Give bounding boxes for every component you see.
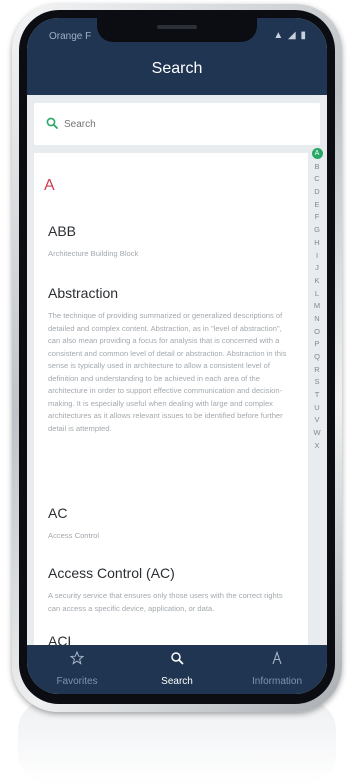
alphabet-letter-v[interactable]: V (310, 414, 324, 427)
alphabet-letter-l[interactable]: L (310, 288, 324, 301)
alphabet-letter-t[interactable]: T (310, 389, 324, 402)
search-bar[interactable] (34, 103, 320, 145)
entry-term: ACL (48, 633, 76, 645)
alphabet-letter-h[interactable]: H (310, 237, 324, 250)
alphabet-letter-w[interactable]: W (310, 427, 324, 440)
entry-term: Access Control (AC) (48, 565, 175, 581)
glossary-list[interactable]: A ABB Architecture Building Block Abstra… (34, 153, 308, 645)
camera-notch (97, 18, 257, 42)
entry-term: Abstraction (48, 285, 119, 301)
alphabet-letter-n[interactable]: N (310, 313, 324, 326)
alphabet-letter-a[interactable]: A (311, 148, 323, 159)
alphabet-letter-k[interactable]: K (310, 275, 324, 288)
alphabet-letter-e[interactable]: E (310, 199, 324, 212)
status-icons: ▲ ◢ ▮ (273, 30, 307, 41)
entry-definition: Architecture Building Block (48, 249, 139, 258)
section-letter-heading: A (44, 177, 55, 194)
tab-label: Search (161, 676, 193, 687)
entry-definition: A security service that ensures only tho… (48, 591, 283, 613)
glossary-entry-access-control[interactable]: Access Control (AC) A security service t… (48, 565, 296, 615)
entry-term: ABB (48, 223, 77, 239)
alphabet-letter-x[interactable]: X (310, 440, 324, 453)
tab-information[interactable]: Information (227, 645, 327, 694)
search-icon (46, 116, 58, 134)
tab-search[interactable]: Search (127, 645, 227, 694)
alphabet-letter-d[interactable]: D (310, 186, 324, 199)
phone-reflection (18, 700, 336, 784)
search-icon (127, 651, 227, 665)
glossary-entry-abb[interactable]: ABB Architecture Building Block (48, 223, 296, 261)
alphabet-letter-q[interactable]: Q (310, 351, 324, 364)
glossary-entry-ac[interactable]: AC Access Control (48, 505, 296, 543)
glossary-entry-abstraction[interactable]: Abstraction The technique of providing s… (48, 285, 296, 435)
carrier-name: Orange F (49, 31, 92, 42)
alphabet-letter-c[interactable]: C (310, 173, 324, 186)
alphabet-letter-o[interactable]: O (310, 326, 324, 339)
info-person-icon (227, 650, 327, 665)
entry-definition: The technique of providing summarized or… (48, 311, 287, 433)
app-header: Orange F ▲ ◢ ▮ Search (27, 18, 327, 95)
alphabet-letter-g[interactable]: G (310, 224, 324, 237)
alphabet-letter-s[interactable]: S (310, 376, 324, 389)
alphabet-letter-m[interactable]: M (310, 300, 324, 313)
alphabet-letter-i[interactable]: I (310, 250, 324, 263)
entry-definition: Access Control (48, 531, 100, 540)
alphabet-index[interactable]: ABCDEFGHIJKLMNOPQRSTUVWX (310, 148, 324, 453)
speaker-grille (157, 25, 197, 29)
alphabet-letter-f[interactable]: F (310, 211, 324, 224)
bottom-tab-bar: Favorites Search Information (27, 645, 327, 694)
star-icon (27, 650, 127, 665)
alphabet-letter-p[interactable]: P (310, 338, 324, 351)
tab-label: Information (251, 676, 303, 687)
alphabet-letter-r[interactable]: R (310, 364, 324, 377)
entry-term: AC (48, 505, 68, 521)
alphabet-letter-b[interactable]: B (310, 161, 324, 174)
alphabet-letter-u[interactable]: U (310, 402, 324, 415)
phone-screen: Orange F ▲ ◢ ▮ Search A ABB Architecture… (27, 18, 327, 694)
page-title: Search (151, 60, 203, 77)
search-input[interactable] (64, 114, 304, 134)
tab-label: Favorites (56, 676, 98, 687)
alphabet-letter-j[interactable]: J (310, 262, 324, 275)
tab-favorites[interactable]: Favorites (27, 645, 127, 694)
glossary-entry-acl[interactable]: ACL (48, 633, 296, 645)
